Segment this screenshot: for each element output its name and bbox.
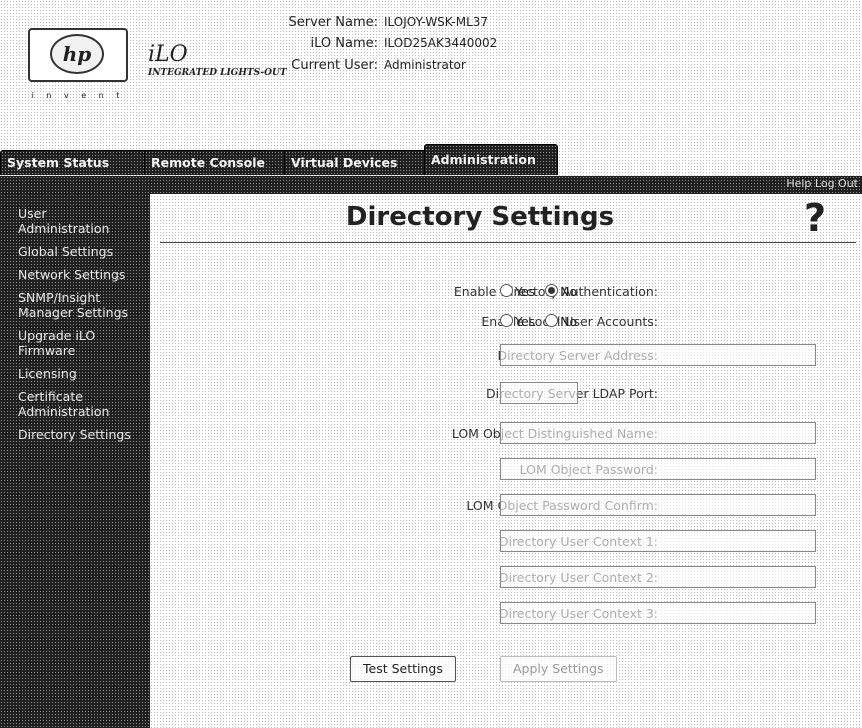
row-lom-password-confirm: LOM Object Password Confirm: — [160, 494, 862, 518]
sidebar-item-network-settings[interactable]: Network Settings — [0, 267, 150, 282]
sidebar-item-user-administration[interactable]: User Administration — [0, 206, 150, 236]
ldap-port-label: Directory Server LDAP Port: — [486, 386, 658, 401]
page-title: Directory Settings — [345, 202, 615, 232]
sidebar-item-certificate-administration[interactable]: Certificate Administration — [0, 389, 150, 419]
help-logout-links[interactable]: Help Log Out — [786, 177, 858, 190]
row-ldap-port: Directory Server LDAP Port: — [160, 382, 862, 406]
row-lom-password: LOM Object Password: — [160, 458, 862, 482]
enable-directory-auth-yes-radio[interactable] — [500, 284, 513, 297]
row-user-context-1: Directory User Context 1: — [160, 530, 862, 554]
user-context-1-input[interactable] — [500, 530, 816, 552]
ldap-port-input[interactable] — [500, 382, 578, 404]
tab-administration[interactable]: Administration — [424, 144, 558, 175]
apply-settings-button[interactable]: Apply Settings — [500, 656, 617, 682]
ilo-subtitle: INTEGRATED LIGHTS-OUT — [148, 68, 287, 78]
row-user-context-3: Directory User Context 3: — [160, 602, 862, 626]
tab-remote-console[interactable]: Remote Console — [144, 150, 294, 175]
enable-directory-auth-radios: Yes No — [500, 282, 583, 302]
ilo-logo: iLO — [148, 42, 188, 67]
current-user-label: Current User: — [291, 58, 378, 73]
sidebar: User Administration Global Settings Netw… — [0, 194, 150, 728]
enable-local-accounts-label: Enable Local User Accounts: — [481, 314, 658, 329]
row-buttons: Test Settings Apply Settings — [160, 656, 862, 684]
ilo-name-value: ILOD25AK3440002 — [384, 36, 498, 50]
main-content: Directory Settings ? Enable Directory Au… — [160, 194, 862, 728]
help-icon[interactable]: ? — [798, 196, 832, 240]
tab-system-status[interactable]: System Status — [0, 150, 152, 175]
enable-local-accounts-yes-label: Yes — [515, 314, 536, 329]
test-settings-button[interactable]: Test Settings — [350, 656, 456, 682]
sidebar-item-directory-settings[interactable]: Directory Settings — [0, 427, 150, 442]
sidebar-item-upgrade-firmware[interactable]: Upgrade iLO Firmware — [0, 328, 150, 358]
sidebar-item-global-settings[interactable]: Global Settings — [0, 244, 150, 259]
hp-invent-text: i n v e n t — [31, 91, 125, 100]
user-context-2-input[interactable] — [500, 566, 816, 588]
lom-dn-input[interactable] — [500, 422, 816, 444]
tab-bar: System Status Remote Console Virtual Dev… — [0, 144, 862, 176]
header: hp i n v e n t iLO INTEGRATED LIGHTS-OUT… — [0, 0, 862, 145]
row-lom-dn: LOM Object Distinguished Name: — [160, 422, 862, 446]
enable-local-accounts-no-radio[interactable] — [545, 314, 559, 327]
enable-directory-auth-yes-label: Yes — [515, 284, 536, 299]
sidebar-item-snmp-insight[interactable]: SNMP/Insight Manager Settings — [0, 290, 150, 320]
current-user-value: Administrator — [384, 58, 466, 72]
enable-directory-auth-no-label: No — [560, 284, 578, 299]
enable-local-accounts-yes-radio[interactable] — [500, 314, 513, 327]
enable-local-accounts-no-label: No — [560, 314, 578, 329]
enable-directory-auth-label: Enable Directory Authentication: — [453, 284, 658, 299]
hp-logo-text: hp — [50, 34, 104, 74]
row-enable-directory-auth: Enable Directory Authentication: Yes No — [160, 280, 862, 304]
enable-directory-auth-no-radio[interactable] — [545, 284, 559, 297]
row-enable-local-accounts: Enable Local User Accounts: Yes No — [160, 310, 862, 334]
sidebar-item-licensing[interactable]: Licensing — [0, 366, 150, 381]
server-name-label: Server Name: — [288, 15, 379, 30]
row-directory-server-address: Directory Server Address: — [160, 344, 862, 368]
row-user-context-2: Directory User Context 2: — [160, 566, 862, 590]
tab-virtual-devices[interactable]: Virtual Devices — [284, 150, 434, 175]
server-name-value: ILOJOY-WSK-ML37 — [384, 15, 489, 29]
hp-logo: hp i n v e n t — [28, 28, 128, 100]
user-context-3-input[interactable] — [500, 602, 816, 624]
enable-local-accounts-radios: Yes No — [500, 312, 583, 332]
title-divider — [160, 242, 856, 243]
ilo-name-label: iLO Name: — [310, 36, 379, 51]
directory-server-address-input[interactable] — [500, 344, 816, 366]
lom-password-confirm-input[interactable] — [500, 494, 816, 516]
lom-password-input[interactable] — [500, 458, 816, 480]
subnav-bar: Help Log Out — [0, 176, 862, 194]
